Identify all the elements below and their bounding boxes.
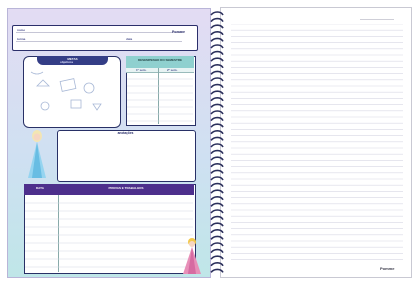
pink-princess-icon bbox=[183, 238, 201, 274]
doodle-icons bbox=[30, 71, 102, 111]
notes-card bbox=[57, 130, 196, 182]
class-label: turma bbox=[17, 37, 26, 41]
header-class-line bbox=[16, 41, 182, 42]
brand-logo-bottom: Pomme bbox=[380, 266, 395, 271]
semester-table-title: DESEMPENHO DO SEMESTRE bbox=[137, 58, 182, 62]
ice-princess-icon bbox=[28, 130, 46, 178]
schedule-date-col: DATA bbox=[36, 186, 44, 190]
brand-logo: Pomme bbox=[172, 30, 185, 34]
semester-table-rows bbox=[127, 78, 193, 122]
goals-subtitle: objetivos bbox=[60, 60, 74, 64]
notes-title: anotações bbox=[117, 131, 134, 135]
name-label: nome bbox=[17, 28, 26, 32]
spiral-binding-icon bbox=[210, 11, 224, 273]
schedule-title: PROVAS E TRABALHOS bbox=[108, 186, 144, 190]
date-line bbox=[360, 19, 394, 20]
header-name-line bbox=[16, 32, 182, 33]
schedule-rows bbox=[25, 202, 193, 268]
date-label: data bbox=[126, 37, 133, 41]
ruled-lines bbox=[231, 24, 403, 260]
header-card bbox=[12, 25, 198, 51]
